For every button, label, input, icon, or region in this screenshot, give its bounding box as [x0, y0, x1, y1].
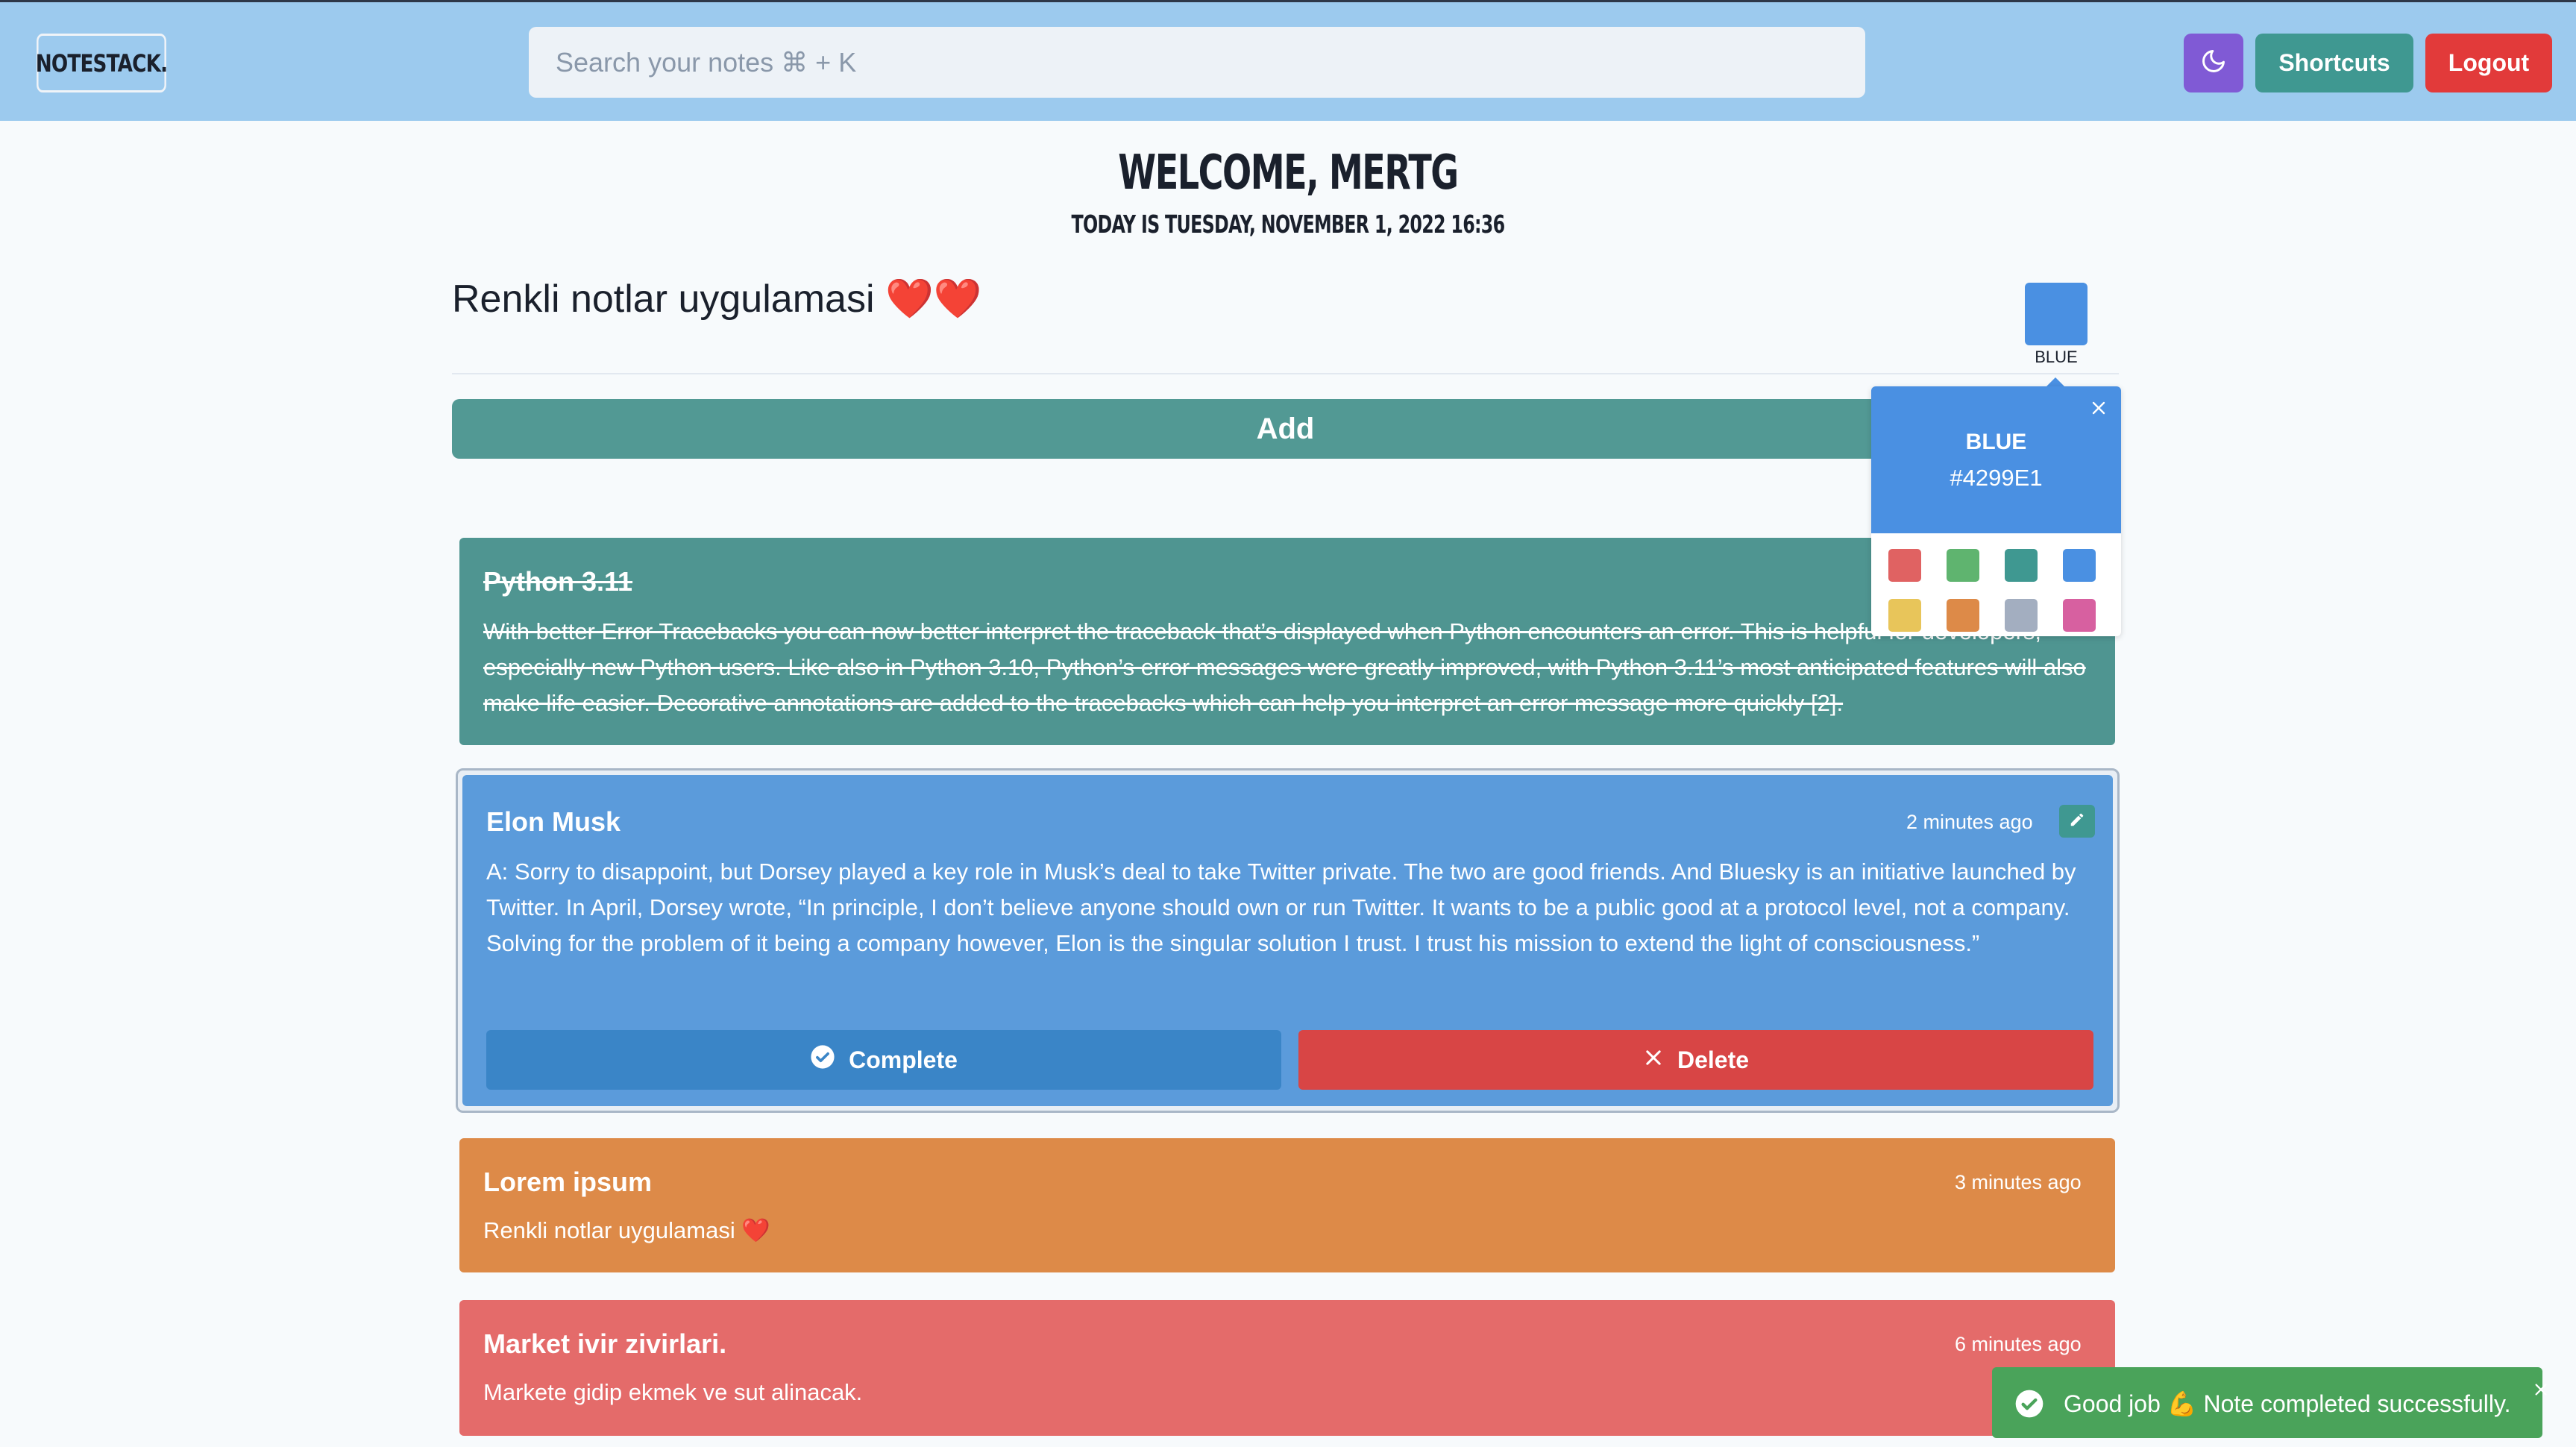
note-title: Python 3.11 — [483, 566, 633, 597]
check-circle-icon — [810, 1044, 835, 1076]
success-toast: Good job 💪 Note completed successfully. — [1992, 1367, 2547, 1438]
palette-color-blue[interactable] — [2063, 549, 2096, 582]
shortcuts-button[interactable]: Shortcuts — [2255, 34, 2413, 92]
palette-color-green[interactable] — [1947, 549, 1979, 582]
note-title-input[interactable]: Renkli notlar uygulamasi ❤️❤️ — [452, 269, 2018, 329]
color-picker-label: BLUE — [2035, 348, 2078, 366]
close-icon — [2090, 399, 2108, 421]
check-circle-icon — [2014, 1389, 2044, 1419]
theme-toggle-button[interactable] — [2184, 34, 2243, 92]
add-note-button[interactable]: Add — [452, 399, 2119, 459]
note-title: Elon Musk — [486, 806, 621, 837]
note-body: Markete gidip ekmek ve sut alinacak. — [483, 1379, 863, 1405]
note-body: Renkli notlar uygulamasi ❤️ — [483, 1217, 770, 1243]
top-navbar: NOTESTACK. Shortcuts Logout — [0, 2, 2576, 121]
app-logo[interactable]: NOTESTACK. — [36, 34, 168, 92]
toast-message: Good job 💪 Note completed successfully. — [2064, 1390, 2511, 1417]
logout-button[interactable]: Logout — [2425, 34, 2552, 92]
note-card[interactable]: Market ivir zivirlari. 6 minutes ago Mar… — [459, 1300, 2115, 1436]
search-input[interactable] — [529, 27, 1865, 98]
edit-note-button[interactable] — [2059, 805, 2095, 838]
close-icon — [2533, 1381, 2549, 1402]
popover-header: BLUE #4299E1 — [1871, 386, 2121, 533]
note-title: Market ivir zivirlari. — [483, 1328, 727, 1359]
note-title: Lorem ipsum — [483, 1167, 653, 1197]
welcome-heading: WELCOME, MERTG — [1118, 145, 1459, 201]
pencil-icon — [2069, 812, 2085, 832]
note-body: A: Sorry to disappoint, but Dorsey playe… — [486, 859, 2076, 956]
note-card-focus-ring: Elon Musk 2 minutes ago A: Sorry to disa… — [456, 768, 2120, 1113]
note-body: With better Error Tracebacks you can now… — [483, 618, 2086, 716]
delete-button[interactable]: Delete — [1298, 1030, 2093, 1090]
close-icon — [1643, 1046, 1664, 1074]
palette-color-yellow[interactable] — [1888, 599, 1921, 632]
note-card[interactable]: Lorem ipsum 3 minutes ago Renkli notlar … — [459, 1138, 2115, 1272]
palette-color-orange[interactable] — [1947, 599, 1979, 632]
note-timestamp: 2 minutes ago — [1906, 811, 2033, 833]
complete-label: Complete — [849, 1046, 958, 1073]
today-date: TODAY IS TUESDAY, NOVEMBER 1, 2022 16:36 — [1071, 210, 1506, 239]
note-timestamp: 6 minutes ago — [1955, 1333, 2082, 1355]
toast-close-button[interactable] — [2531, 1381, 2551, 1402]
delete-label: Delete — [1677, 1046, 1750, 1073]
note-card[interactable]: Elon Musk 2 minutes ago A: Sorry to disa… — [462, 775, 2113, 1106]
note-timestamp: 3 minutes ago — [1955, 1171, 2082, 1193]
palette-color-red[interactable] — [1888, 549, 1921, 582]
note-card[interactable]: Python 3.11 With better Error Tracebacks… — [459, 538, 2115, 745]
color-name: BLUE — [1965, 430, 2027, 454]
moon-icon — [2200, 48, 2227, 78]
color-picker-popover: BLUE #4299E1 — [1871, 386, 2121, 636]
palette-color-teal[interactable] — [2005, 549, 2038, 582]
complete-button[interactable]: Complete — [486, 1030, 1281, 1090]
popover-close-button[interactable] — [2087, 398, 2110, 421]
color-picker-swatch[interactable] — [2025, 283, 2087, 345]
palette-color-gray[interactable] — [2005, 599, 2038, 632]
color-hex: #4299E1 — [1950, 465, 2043, 491]
input-divider — [452, 373, 2119, 374]
palette-color-pink[interactable] — [2063, 599, 2096, 632]
